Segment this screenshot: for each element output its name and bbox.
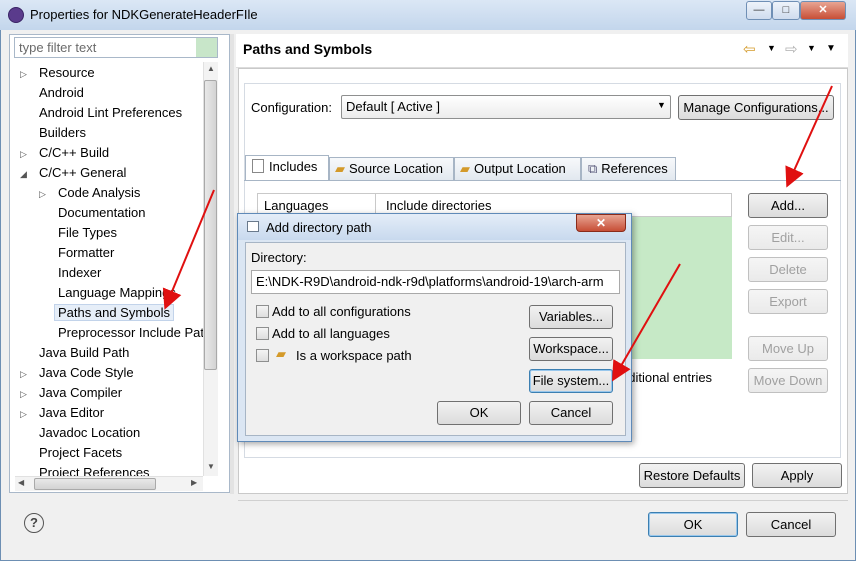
annotation-arrow-file-system [611, 263, 681, 382]
annotation-arrow-tree [162, 189, 215, 310]
annotation-arrow-add [785, 85, 833, 188]
annotation-arrows [162, 85, 833, 382]
